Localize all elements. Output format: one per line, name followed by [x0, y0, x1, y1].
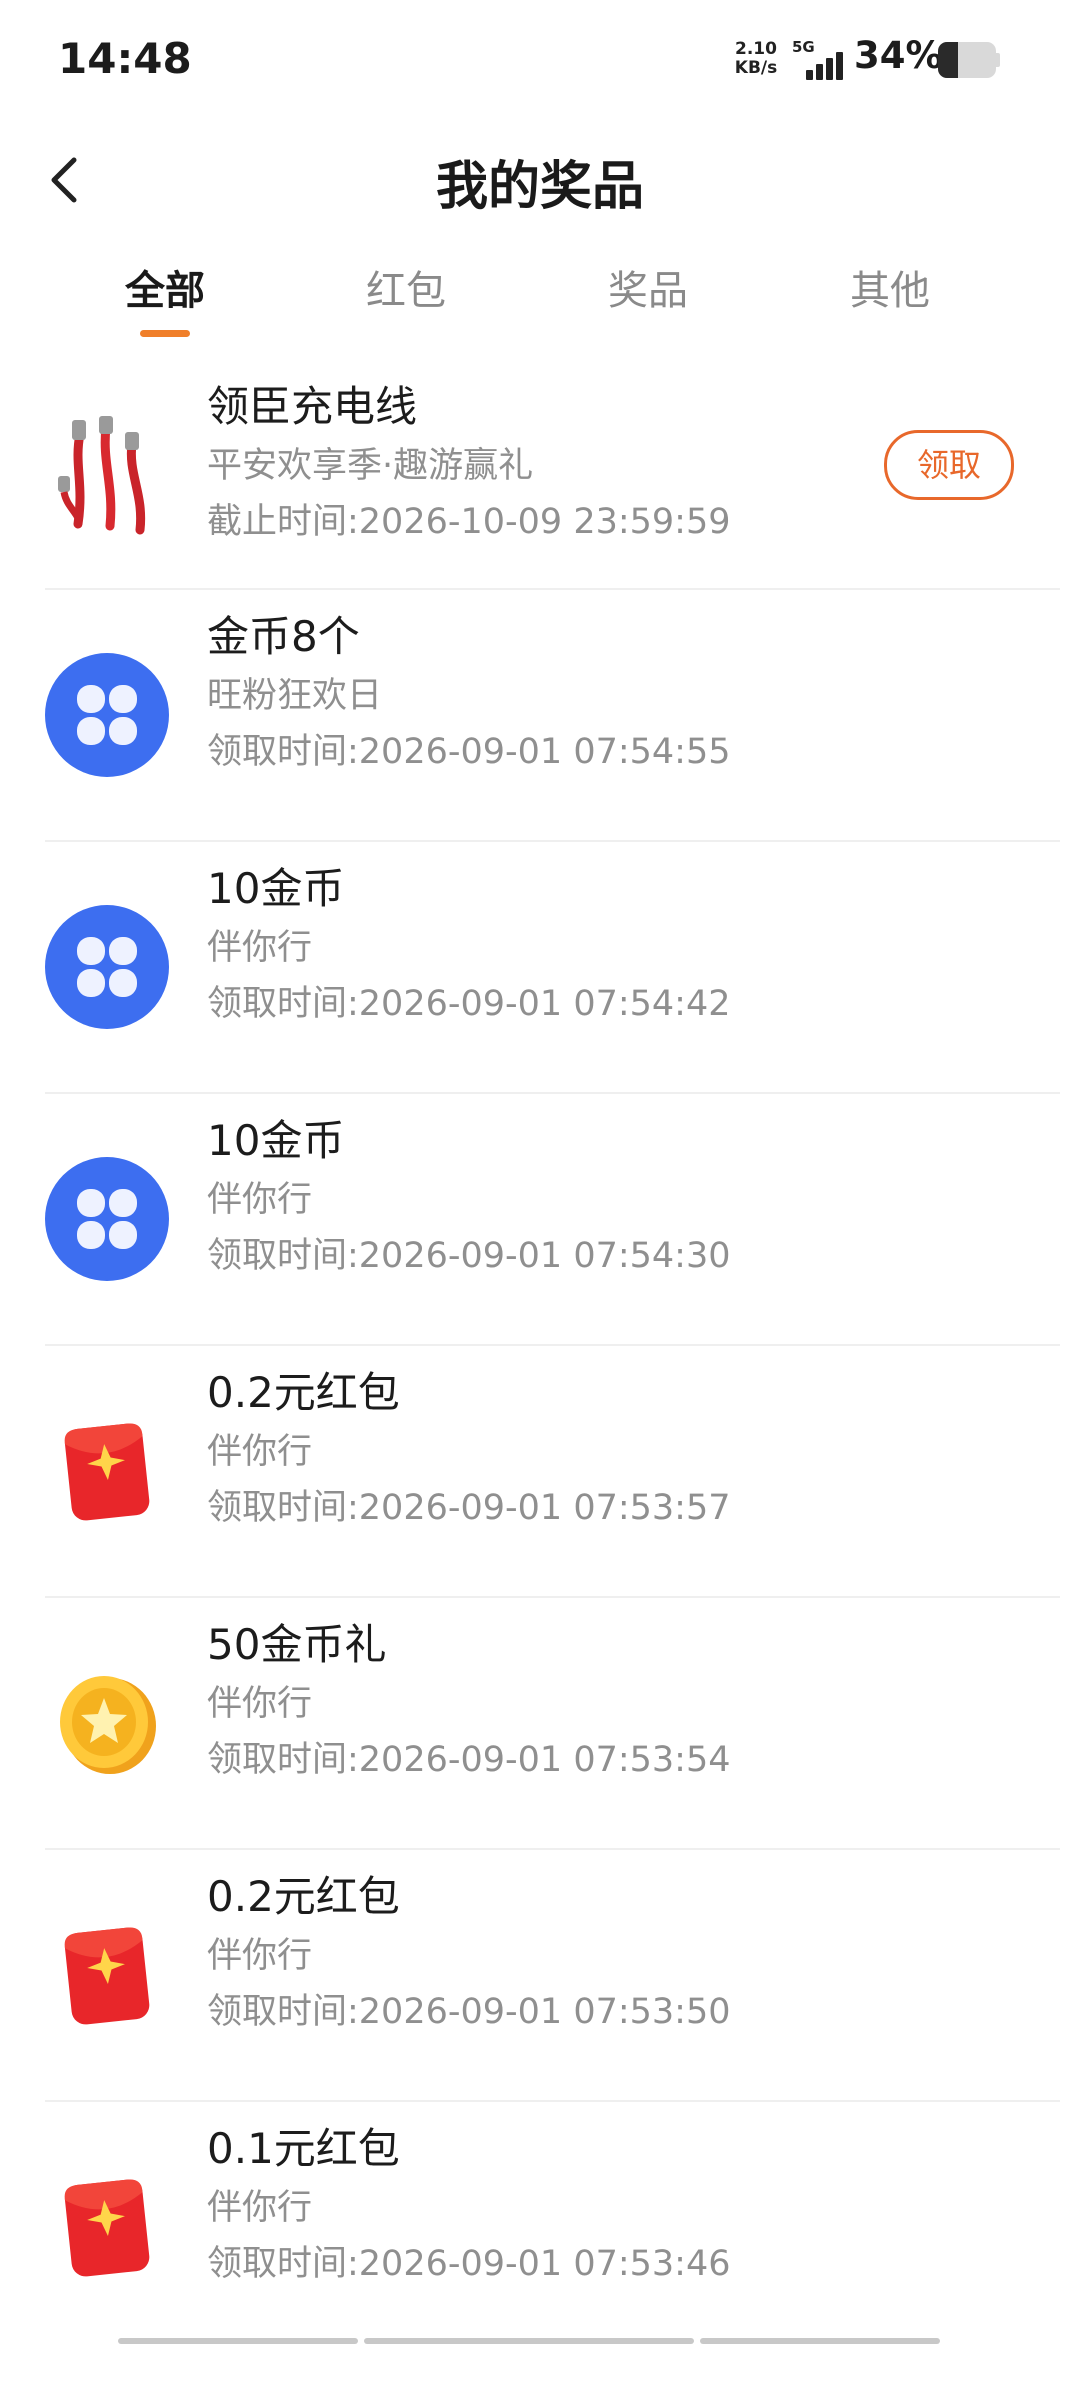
gold-coin-icon [60, 1676, 156, 1774]
app-logo-icon [45, 905, 169, 1029]
prize-source: 伴你行 [207, 1936, 313, 1976]
prize-name: 10金币 [207, 1116, 345, 1165]
prize-row[interactable]: 0.2元红包 伴你行 领取时间:2026-09-01 07:53:50 [0, 1850, 1080, 2102]
charging-cable-icon [58, 416, 146, 535]
prize-info: 10金币 伴你行 领取时间:2026-09-01 07:54:42 [207, 862, 731, 1028]
prize-list: 领臣充电线 平安欢享季·趣游赢礼 截止时间:2026-10-09 23:59:5… [0, 360, 1080, 2354]
prize-name: 金币8个 [207, 612, 360, 661]
prize-claim-time: 领取时间:2026-09-01 07:54:42 [207, 984, 731, 1024]
gesture-bar [0, 2338, 1080, 2346]
app-logo-icon [45, 653, 169, 777]
prize-claim-time: 领取时间:2026-09-01 07:53:57 [207, 1488, 731, 1528]
red-envelope-icon [64, 2179, 150, 2277]
prize-name: 0.2元红包 [207, 1872, 400, 1921]
prize-info: 0.2元红包 伴你行 领取时间:2026-09-01 07:53:50 [207, 1870, 731, 2036]
prize-name: 0.1元红包 [207, 2124, 400, 2173]
tab-all[interactable]: 全部 [45, 258, 285, 316]
claim-button[interactable]: 领取 [884, 430, 1014, 500]
network-speed-unit: KB/s [734, 58, 778, 78]
prize-row[interactable]: 领臣充电线 平安欢享季·趣游赢礼 截止时间:2026-10-09 23:59:5… [0, 360, 1080, 590]
prize-name: 领臣充电线 [207, 382, 418, 431]
prize-name: 0.2元红包 [207, 1368, 400, 1417]
header: 我的奖品 [0, 130, 1080, 240]
prize-source: 伴你行 [207, 1180, 313, 1220]
prize-claim-time: 领取时间:2026-09-01 07:53:54 [207, 1740, 731, 1780]
page-title: 我的奖品 [435, 157, 644, 217]
prize-name: 50金币礼 [207, 1620, 387, 1669]
prize-source: 平安欢享季·趣游赢礼 [207, 446, 534, 486]
prize-source: 伴你行 [207, 1684, 313, 1724]
prize-info: 50金币礼 伴你行 领取时间:2026-09-01 07:53:54 [207, 1618, 731, 1784]
prize-row[interactable]: 50金币礼 伴你行 领取时间:2026-09-01 07:53:54 [0, 1598, 1080, 1850]
prize-claim-time: 领取时间:2026-09-01 07:54:55 [207, 732, 731, 772]
prize-source: 伴你行 [207, 1432, 313, 1472]
prize-row[interactable]: 10金币 伴你行 领取时间:2026-09-01 07:54:42 [0, 842, 1080, 1094]
prize-info: 0.1元红包 伴你行 领取时间:2026-09-01 07:53:46 [207, 2122, 731, 2288]
prize-deadline: 截止时间:2026-10-09 23:59:59 [207, 502, 731, 542]
prize-row[interactable]: 金币8个 旺粉狂欢日 领取时间:2026-09-01 07:54:55 [0, 590, 1080, 842]
tab-bar: 全部 红包 奖品 其他 [0, 258, 1080, 348]
prize-claim-time: 领取时间:2026-09-01 07:53:50 [207, 1992, 731, 2032]
prize-info: 0.2元红包 伴你行 领取时间:2026-09-01 07:53:57 [207, 1366, 731, 1532]
prize-source: 伴你行 [207, 2188, 313, 2228]
prize-row[interactable]: 0.2元红包 伴你行 领取时间:2026-09-01 07:53:57 [0, 1346, 1080, 1598]
prize-info: 金币8个 旺粉狂欢日 领取时间:2026-09-01 07:54:55 [207, 610, 731, 776]
tab-red-packet[interactable]: 红包 [286, 258, 526, 316]
app-logo-icon [45, 1157, 169, 1281]
status-bar: 14:48 2.10 KB/s 5G 34% [0, 0, 1080, 120]
prize-claim-time: 领取时间:2026-09-01 07:54:30 [207, 1236, 731, 1276]
tab-active-indicator [140, 330, 190, 337]
prize-info: 10金币 伴你行 领取时间:2026-09-01 07:54:30 [207, 1114, 731, 1280]
prize-info: 领臣充电线 平安欢享季·趣游赢礼 截止时间:2026-10-09 23:59:5… [207, 380, 731, 546]
prize-claim-time: 领取时间:2026-09-01 07:53:46 [207, 2244, 731, 2284]
battery-icon [938, 42, 1000, 78]
signal-icon [806, 48, 846, 80]
status-time: 14:48 [58, 34, 192, 83]
prize-name: 10金币 [207, 864, 345, 913]
prize-row[interactable]: 10金币 伴你行 领取时间:2026-09-01 07:54:30 [0, 1094, 1080, 1346]
prize-source: 伴你行 [207, 928, 313, 968]
red-envelope-icon [64, 1927, 150, 2025]
prize-source: 旺粉狂欢日 [207, 676, 383, 716]
prize-row[interactable]: 0.1元红包 伴你行 领取时间:2026-09-01 07:53:46 [0, 2102, 1080, 2354]
network-speed: 2.10 KB/s [732, 40, 780, 78]
tab-other[interactable]: 其他 [770, 258, 1010, 316]
red-envelope-icon [64, 1423, 150, 1521]
battery-percent: 34% [854, 34, 943, 77]
network-speed-value: 2.10 [735, 39, 777, 59]
tab-prizes[interactable]: 奖品 [528, 258, 768, 316]
